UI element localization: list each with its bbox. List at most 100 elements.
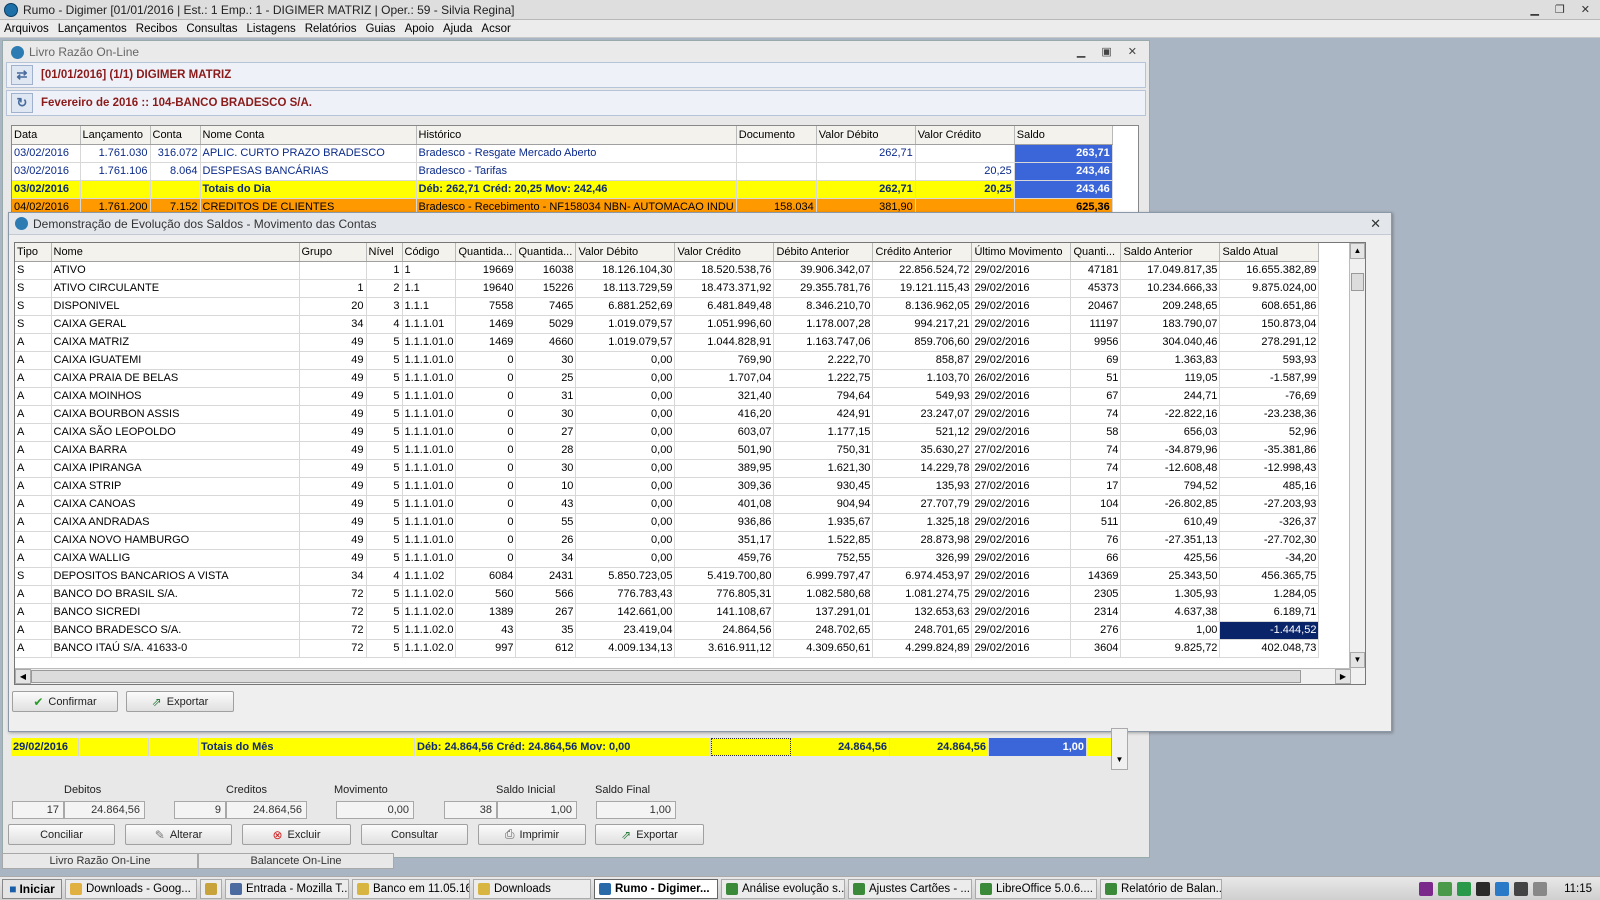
taskbar-item[interactable]: Análise evolução s... <box>721 878 845 899</box>
ledger-col-header[interactable]: Valor Crédito <box>915 126 1015 145</box>
alterar-button[interactable]: ✎ Alterar <box>125 824 232 845</box>
taskbar-item[interactable]: Banco em 11.05.16 <box>352 878 470 899</box>
balances-row[interactable]: A CAIXA IPIRANGA 49 5 1.1.1.01.0 0 30 0,00 389,9… <box>15 459 1320 478</box>
menu-item-ajuda[interactable]: Ajuda <box>443 23 472 35</box>
scroll-down-icon[interactable]: ▼ <box>1350 652 1365 668</box>
swap-arrows-icon[interactable]: ⇄ <box>11 65 33 85</box>
minimize-icon[interactable]: ▁ <box>1077 45 1085 58</box>
ledger-col-header[interactable]: Conta <box>150 126 201 145</box>
start-button[interactable]: ■ Iniciar <box>2 878 62 899</box>
balances-row[interactable]: A CAIXA ANDRADAS 49 5 1.1.1.01.0 0 55 0,00 936,8… <box>15 513 1320 532</box>
balances-col-header[interactable]: Quantida... <box>515 243 577 262</box>
balances-row[interactable]: A CAIXA NOVO HAMBURGO 49 5 1.1.1.01.0 0 26 0,00… <box>15 531 1320 550</box>
day-total-row[interactable]: 03/02/2016 Totais do Dia Déb: 262,71 Créd:… <box>12 180 1113 199</box>
tab-balancete[interactable]: Balancete On-Line <box>198 853 394 869</box>
balances-row[interactable]: A BANCO BRADESCO S/A. 72 5 1.1.1.02.0 43 35 23.… <box>15 621 1320 640</box>
balances-row[interactable]: S DISPONIVEL 20 3 1.1.1 7558 7465 6.881.252,69 6… <box>15 297 1320 316</box>
menu-item-apoio[interactable]: Apoio <box>405 23 434 35</box>
menu-item-guias[interactable]: Guias <box>366 23 396 35</box>
tab-livro-razao[interactable]: Livro Razão On-Line <box>2 853 198 869</box>
menu-item-recibos[interactable]: Recibos <box>136 23 178 35</box>
balances-row[interactable]: A BANCO SICREDI 72 5 1.1.1.02.0 1389 267 142.66… <box>15 603 1320 622</box>
balances-col-header[interactable]: Valor Débito <box>575 243 676 262</box>
menu-item-consultas[interactable]: Consultas <box>186 23 237 35</box>
balances-col-header[interactable]: Código <box>402 243 457 262</box>
balances-row[interactable]: A CAIXA SÃO LEOPOLDO 49 5 1.1.1.01.0 0 27 0,00 6… <box>15 423 1320 442</box>
onenote-icon[interactable] <box>1419 882 1434 896</box>
balances-row[interactable]: A CAIXA MOINHOS 49 5 1.1.1.01.0 0 31 0,00 321,40… <box>15 387 1320 406</box>
close-icon[interactable]: ✕ <box>1370 216 1381 232</box>
ledger-row[interactable]: 03/02/2016 1.761.106 8.064 DESPESAS BANCÁRI… <box>12 162 1113 181</box>
balances-row[interactable]: S CAIXA GERAL 34 4 1.1.1.01 1469 5029 1.019.079… <box>15 315 1320 334</box>
restore-icon[interactable]: ❐ <box>1555 3 1565 16</box>
balances-row[interactable]: A CAIXA WALLIG 49 5 1.1.1.01.0 0 34 0,00 459,76 7… <box>15 549 1320 568</box>
balances-row[interactable]: A CAIXA PRAIA DE BELAS 49 5 1.1.1.01.0 0 25 0,0… <box>15 369 1320 388</box>
balances-row[interactable]: A CAIXA BOURBON ASSIS 49 5 1.1.1.01.0 0 30 0,00… <box>15 405 1320 424</box>
skype-icon[interactable] <box>1495 882 1510 896</box>
balances-col-header[interactable]: Nome <box>51 243 300 262</box>
ledger-col-header[interactable]: Documento <box>736 126 817 145</box>
balances-col-header[interactable]: Último Movimento <box>971 243 1072 262</box>
exportar-demo-button[interactable]: ⇗ Exportar <box>126 691 234 712</box>
balances-col-header[interactable]: Grupo <box>299 243 367 262</box>
menu-item-relatórios[interactable]: Relatórios <box>305 23 357 35</box>
menu-item-arquivos[interactable]: Arquivos <box>4 23 49 35</box>
balances-row[interactable]: A CAIXA CANOAS 49 5 1.1.1.01.0 0 43 0,00 401,08 9… <box>15 495 1320 514</box>
balances-row[interactable]: A CAIXA STRIP 49 5 1.1.1.01.0 0 10 0,00 309,36 93… <box>15 477 1320 496</box>
confirmar-button[interactable]: ✔ Confirmar <box>12 691 118 712</box>
update-icon[interactable] <box>1457 882 1472 896</box>
balances-row[interactable]: A CAIXA MATRIZ 49 5 1.1.1.01.0 1469 4660 1.019.… <box>15 333 1320 352</box>
scroll-up-icon[interactable]: ▲ <box>1350 243 1365 259</box>
taskbar-item[interactable]: Rumo - Digimer... <box>594 878 718 899</box>
maximize-icon[interactable]: ▣ <box>1101 45 1111 58</box>
vertical-scrollbar[interactable]: ▲ ▼ <box>1349 243 1365 684</box>
menu-item-acsor[interactable]: Acsor <box>481 23 510 35</box>
consultar-button[interactable]: Consultar <box>361 824 468 845</box>
taskbar-item[interactable]: Ajustes Cartões - ... <box>848 878 972 899</box>
balances-col-header[interactable]: Tipo <box>15 243 52 262</box>
ledger-grid[interactable]: Data Lançamento Conta Nome Conta Histórico Do… <box>11 125 1139 220</box>
scroll-down-icon[interactable]: ▼ <box>1112 755 1127 769</box>
ledger-col-header[interactable]: Saldo <box>1014 126 1113 145</box>
refresh-icon[interactable]: ↻ <box>11 93 33 113</box>
taskbar-item[interactable]: Entrada - Mozilla T... <box>225 878 349 899</box>
balances-col-header[interactable]: Quanti... <box>1070 243 1122 262</box>
excluir-button[interactable]: ⊗ Excluir <box>242 824 351 845</box>
balances-col-header[interactable]: Nível <box>366 243 403 262</box>
ledger-vscroll-bottom[interactable]: ▼ <box>1111 728 1128 770</box>
scroll-right-icon[interactable]: ▶ <box>1335 669 1351 684</box>
scroll-thumb[interactable] <box>1351 273 1364 291</box>
ledger-row[interactable]: 03/02/2016 1.761.030 316.072 APLIC. CURTO P… <box>12 144 1113 163</box>
close-icon[interactable]: ✕ <box>1581 3 1590 16</box>
balances-row[interactable]: A CAIXA IGUATEMI 49 5 1.1.1.01.0 0 30 0,00 769,9… <box>15 351 1320 370</box>
balances-col-header[interactable]: Saldo Atual <box>1219 243 1320 262</box>
ledger-col-header[interactable]: Histórico <box>416 126 737 145</box>
balances-row[interactable]: A BANCO DO BRASIL S/A. 72 5 1.1.1.02.0 560 566… <box>15 585 1320 604</box>
exportar-button[interactable]: ⇗ Exportar <box>595 824 704 845</box>
imprimir-button[interactable]: ⎙ Imprimir <box>478 824 586 845</box>
ie-icon[interactable] <box>200 878 222 899</box>
menu-item-listagens[interactable]: Listagens <box>247 23 296 35</box>
minimize-icon[interactable]: ▁ <box>1530 3 1538 16</box>
balances-row[interactable]: S ATIVO CIRCULANTE 1 2 1.1 19640 15226 18.113.7… <box>15 279 1320 298</box>
balances-row[interactable]: S DEPOSITOS BANCARIOS A VISTA 34 4 1.1.1.02 6… <box>15 567 1320 586</box>
ledger-col-header[interactable]: Lançamento <box>80 126 151 145</box>
scroll-left-icon[interactable]: ◀ <box>15 669 31 684</box>
taskbar-item[interactable]: Downloads - Goog... <box>65 878 197 899</box>
mail-icon[interactable] <box>1438 882 1453 896</box>
menu-item-lançamentos[interactable]: Lançamentos <box>58 23 127 35</box>
close-icon[interactable]: ✕ <box>1128 45 1137 58</box>
ledger-col-header[interactable]: Nome Conta <box>200 126 417 145</box>
network-icon[interactable] <box>1476 882 1491 896</box>
balances-row[interactable]: A BANCO ITAÚ S/A. 41633-0 72 5 1.1.1.02.0 997… <box>15 639 1320 658</box>
balances-row[interactable]: S ATIVO 1 1 19669 16038 18.126.104,30 18.520.53… <box>15 261 1320 280</box>
balances-col-header[interactable]: Valor Crédito <box>674 243 775 262</box>
taskbar-item[interactable]: LibreOffice 5.0.6.... <box>975 878 1097 899</box>
balances-grid[interactable]: Tipo Nome Grupo Nível Código Quantida... Quant… <box>14 242 1366 685</box>
ledger-col-header[interactable]: Data <box>12 126 81 145</box>
balances-col-header[interactable]: Saldo Anterior <box>1120 243 1221 262</box>
taskbar-item[interactable]: Downloads <box>473 878 591 899</box>
horizontal-scrollbar[interactable]: ◀ ▶ <box>15 668 1351 684</box>
volume-icon[interactable] <box>1514 882 1529 896</box>
ledger-col-header[interactable]: Valor Débito <box>816 126 916 145</box>
